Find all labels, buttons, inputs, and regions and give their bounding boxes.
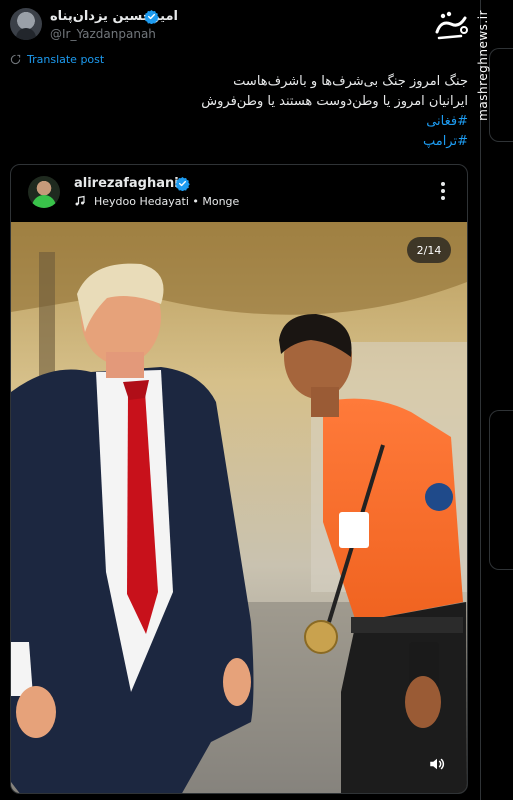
watermark: mashreghnews.ir: [428, 6, 498, 126]
speaker-icon[interactable]: [428, 755, 446, 773]
verified-badge-icon: [175, 176, 190, 191]
translate-icon: [10, 54, 21, 65]
hashtag-link[interactable]: #فغانی: [38, 112, 468, 132]
translate-post-link[interactable]: Translate post: [10, 53, 104, 66]
embedded-author-avatar[interactable]: [28, 176, 60, 208]
author-avatar[interactable]: [10, 8, 42, 40]
hashtag-link[interactable]: #ترامپ: [38, 132, 468, 152]
mashregh-logo-icon: [435, 11, 468, 40]
embedded-username[interactable]: alirezafaghani_: [74, 176, 185, 191]
audio-track-label[interactable]: Heydoo Hedayati • Monge: [94, 195, 239, 208]
tweet-text: جنگ امروز جنگ بی‌شرف‌ها و باشرف‌هاست ایر…: [38, 72, 468, 152]
translate-post-label: Translate post: [27, 53, 105, 66]
image-counter: 2/14: [407, 237, 451, 263]
tweet: امیرحسین یزدان‌پناه @Ir_Yazdanpanah Tran…: [0, 0, 480, 800]
photo-illustration: [11, 222, 467, 793]
embedded-instagram-post[interactable]: alirezafaghani_ Heydoo Hedayati • Monge: [10, 164, 468, 794]
tweet-text-line: ایرانیان امروز یا وطن‌دوست هستند یا وطن‌…: [201, 94, 468, 109]
author-handle[interactable]: @Ir_Yazdanpanah: [50, 27, 156, 41]
more-options-icon[interactable]: [434, 181, 452, 201]
post-photo[interactable]: 2/14: [11, 222, 467, 793]
side-panel-card: [489, 410, 513, 570]
verified-badge-icon: [144, 9, 159, 24]
music-note-icon: [75, 195, 85, 206]
watermark-site: mashreghnews.ir: [476, 10, 490, 121]
tweet-text-line: جنگ امروز جنگ بی‌شرف‌ها و باشرف‌هاست: [233, 74, 468, 89]
